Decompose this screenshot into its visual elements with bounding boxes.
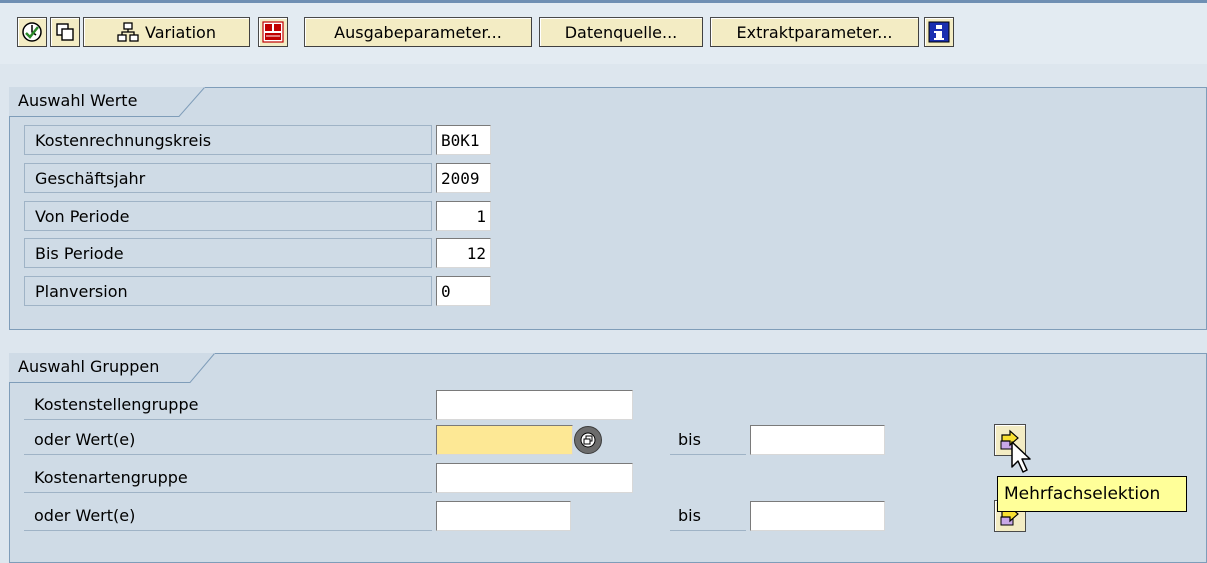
geschaeftsjahr-input[interactable] — [436, 163, 491, 193]
auswahl-werte-title: Auswahl Werte — [18, 91, 138, 110]
kostenart-von-input[interactable] — [436, 501, 571, 531]
bis-periode-input[interactable] — [436, 238, 491, 268]
copy-icon — [56, 23, 74, 41]
planversion-input[interactable] — [436, 276, 491, 306]
kostenrechnungskreis-label: Kostenrechnungskreis — [24, 125, 432, 155]
von-periode-label: Von Periode — [24, 201, 432, 231]
auswahl-werte-group: Auswahl Werte Kostenrechnungskreis Gesch… — [9, 87, 1207, 330]
bis-periode-label: Bis Periode — [24, 238, 432, 268]
data-table-button[interactable] — [258, 17, 288, 47]
datenquelle-button[interactable]: Datenquelle... — [539, 17, 703, 47]
execute-icon — [22, 22, 42, 42]
kostenart-bis-label: bis — [670, 501, 746, 531]
auswahl-werte-tab: Auswahl Werte — [9, 87, 205, 117]
execute-button[interactable] — [17, 17, 47, 47]
auswahl-gruppen-tab: Auswahl Gruppen — [9, 353, 215, 383]
kostenart-bis-input[interactable] — [750, 501, 885, 531]
data-table-icon — [262, 21, 284, 43]
kostenstelle-wert-label: oder Wert(e) — [24, 425, 432, 455]
kostenartengruppe-label: Kostenartengruppe — [24, 463, 432, 493]
hierarchy-icon — [117, 21, 139, 43]
ausgabeparameter-label: Ausgabeparameter... — [334, 22, 502, 42]
ausgabeparameter-button[interactable]: Ausgabeparameter... — [304, 17, 532, 47]
mouse-cursor-icon — [1011, 441, 1031, 473]
variation-button[interactable]: Variation — [83, 17, 250, 47]
kostenrechnungskreis-input[interactable] — [436, 125, 491, 155]
planversion-label: Planversion — [24, 276, 432, 306]
kostenstelle-bis-input[interactable] — [750, 425, 885, 455]
copy-button[interactable] — [50, 17, 80, 47]
variation-label: Variation — [145, 22, 216, 42]
info-button[interactable] — [924, 17, 954, 47]
application-toolbar: Variation Ausgabeparameter... Datenquell… — [0, 0, 1207, 64]
kostenart-wert-label: oder Wert(e) — [24, 501, 432, 531]
tooltip: Mehrfachselektion — [997, 476, 1187, 512]
extraktparameter-label: Extraktparameter... — [736, 22, 893, 42]
extraktparameter-button[interactable]: Extraktparameter... — [710, 17, 919, 47]
info-icon — [928, 21, 950, 43]
auswahl-gruppen-title: Auswahl Gruppen — [18, 357, 160, 376]
von-periode-input[interactable] — [436, 201, 491, 231]
kostenstellengruppe-label: Kostenstellengruppe — [24, 390, 432, 420]
kostenstellengruppe-input[interactable] — [436, 390, 633, 420]
kostenstelle-von-input[interactable] — [436, 425, 573, 455]
kostenstelle-bis-label: bis — [670, 425, 746, 455]
value-help-button[interactable] — [574, 426, 602, 454]
value-help-icon — [580, 432, 596, 448]
datenquelle-label: Datenquelle... — [564, 22, 678, 42]
kostenartengruppe-input[interactable] — [436, 463, 633, 493]
geschaeftsjahr-label: Geschäftsjahr — [24, 163, 432, 193]
